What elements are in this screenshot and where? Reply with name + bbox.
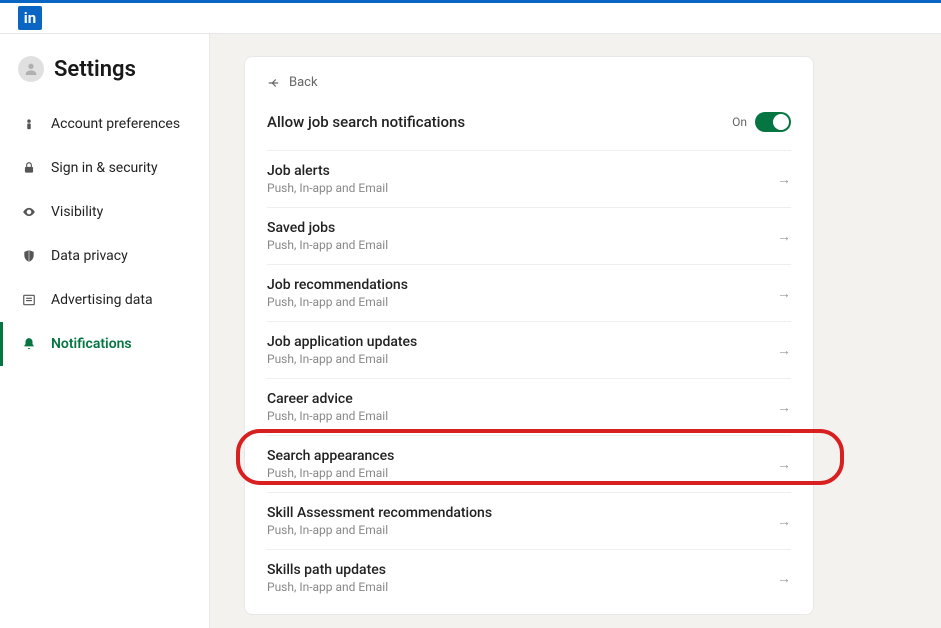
row-search-appearances[interactable]: Search appearances Push, In-app and Emai… <box>267 435 791 492</box>
sidebar-item-data-privacy[interactable]: Data privacy <box>0 234 209 278</box>
bell-icon <box>21 336 37 352</box>
sidebar-item-account-preferences[interactable]: Account preferences <box>0 102 209 146</box>
row-job-alerts[interactable]: Job alerts Push, In-app and Email → <box>267 150 791 207</box>
row-title: Skill Assessment recommendations <box>267 505 492 521</box>
row-sub: Push, In-app and Email <box>267 295 408 309</box>
lock-icon <box>21 160 37 176</box>
sidebar-item-label: Notifications <box>51 336 132 352</box>
toggle-control: On <box>732 112 791 132</box>
chevron-right-icon: → <box>777 285 791 302</box>
sidebar: Settings Account preferences Sign in & s… <box>0 34 210 628</box>
sidebar-item-visibility[interactable]: Visibility <box>0 190 209 234</box>
row-title: Search appearances <box>267 448 394 464</box>
chevron-right-icon: → <box>777 456 791 473</box>
row-career-advice[interactable]: Career advice Push, In-app and Email → <box>267 378 791 435</box>
row-title: Job recommendations <box>267 277 408 293</box>
chevron-right-icon: → <box>777 342 791 359</box>
person-icon <box>21 116 37 132</box>
sidebar-item-label: Account preferences <box>51 116 180 132</box>
toggle-switch[interactable] <box>755 112 791 132</box>
row-title: Saved jobs <box>267 220 388 236</box>
row-skills-path-updates[interactable]: Skills path updates Push, In-app and Ema… <box>267 549 791 606</box>
row-sub: Push, In-app and Email <box>267 181 388 195</box>
row-job-recommendations[interactable]: Job recommendations Push, In-app and Ema… <box>267 264 791 321</box>
row-title: Job alerts <box>267 163 388 179</box>
chevron-right-icon: → <box>777 570 791 587</box>
allow-notifications-row: Allow job search notifications On <box>267 112 791 132</box>
sidebar-item-notifications[interactable]: Notifications <box>0 322 209 366</box>
toggle-state-label: On <box>732 115 747 129</box>
row-saved-jobs[interactable]: Saved jobs Push, In-app and Email → <box>267 207 791 264</box>
row-title: Skills path updates <box>267 562 388 578</box>
row-sub: Push, In-app and Email <box>267 352 417 366</box>
chevron-right-icon: → <box>777 228 791 245</box>
newspaper-icon <box>21 292 37 308</box>
row-sub: Push, In-app and Email <box>267 466 394 480</box>
row-title: Job application updates <box>267 334 417 350</box>
row-title: Career advice <box>267 391 388 407</box>
back-label: Back <box>289 75 318 90</box>
row-job-application-updates[interactable]: Job application updates Push, In-app and… <box>267 321 791 378</box>
chevron-right-icon: → <box>777 171 791 188</box>
toggle-title: Allow job search notifications <box>267 113 465 131</box>
linkedin-logo[interactable]: in <box>18 6 42 30</box>
sidebar-item-signin-security[interactable]: Sign in & security <box>0 146 209 190</box>
row-sub: Push, In-app and Email <box>267 409 388 423</box>
arrow-left-icon <box>267 76 281 90</box>
sidebar-item-advertising-data[interactable]: Advertising data <box>0 278 209 322</box>
sidebar-item-label: Visibility <box>51 204 103 220</box>
sidebar-header: Settings <box>0 56 209 102</box>
row-sub: Push, In-app and Email <box>267 238 388 252</box>
avatar <box>18 56 44 82</box>
row-sub: Push, In-app and Email <box>267 523 492 537</box>
shield-icon <box>21 248 37 264</box>
sidebar-item-label: Sign in & security <box>51 160 158 176</box>
row-skill-assessment-recommendations[interactable]: Skill Assessment recommendations Push, I… <box>267 492 791 549</box>
chevron-right-icon: → <box>777 513 791 530</box>
chevron-right-icon: → <box>777 399 791 416</box>
layout: Settings Account preferences Sign in & s… <box>0 34 941 628</box>
settings-card: Back Allow job search notifications On J… <box>244 56 814 615</box>
sidebar-item-label: Advertising data <box>51 292 153 308</box>
row-sub: Push, In-app and Email <box>267 580 388 594</box>
topbar: in <box>0 0 941 34</box>
back-button[interactable]: Back <box>267 75 791 90</box>
main: Back Allow job search notifications On J… <box>210 34 941 628</box>
page-title: Settings <box>54 57 136 82</box>
sidebar-item-label: Data privacy <box>51 248 128 264</box>
eye-icon <box>21 204 37 220</box>
